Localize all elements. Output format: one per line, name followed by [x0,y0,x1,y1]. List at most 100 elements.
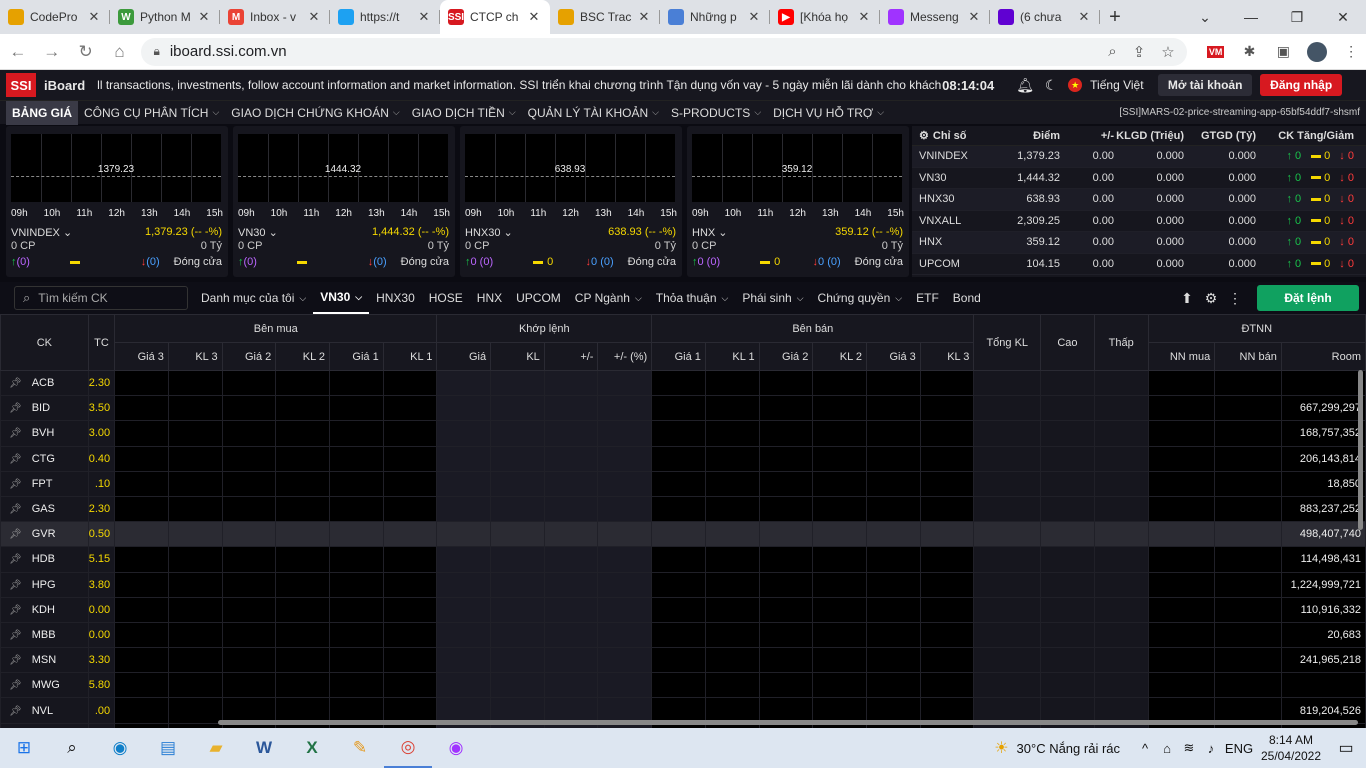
browser-tab[interactable]: M Inbox - v ✕ [220,0,330,34]
word-icon[interactable]: W [240,728,288,768]
col-foreign-0[interactable]: NN mua [1147,342,1216,371]
index-row[interactable]: VN30 1,444.32 0.00 0.000 0.000 ↑ 0 0 ↓ 0 [912,168,1366,189]
symbol-cell[interactable]: 📌︎ CTG [0,445,89,472]
bell-icon[interactable]: 🔔︎ [1012,77,1038,94]
col-buy-0[interactable]: Giá 3 [114,342,169,371]
restore-icon[interactable]: ❐ [1274,0,1320,34]
edge-icon[interactable]: ◉ [96,728,144,768]
symbol-cell[interactable]: 📌︎ GAS [0,495,89,523]
table-row[interactable]: 📌︎ ACB 2.30 [0,369,1366,397]
new-tab-icon[interactable]: + [1100,0,1130,34]
board-tab[interactable]: Thỏa thuận ⌵ [649,282,736,314]
close-icon[interactable]: ✕ [196,9,212,25]
close-icon[interactable]: ✕ [526,9,542,25]
horizontal-scrollbar[interactable] [218,720,1358,725]
board-tab[interactable]: Chứng quyền ⌵ [811,282,910,314]
notification-icon[interactable]: ▭ [1326,738,1366,758]
pin-icon[interactable]: 📌︎ [9,428,22,439]
menu-item[interactable]: DỊCH VỤ HỖ TRỢ ⌵ [767,101,890,125]
col-sell-1[interactable]: KL 1 [704,342,760,371]
board-tab[interactable]: UPCOM [509,282,568,314]
index-row[interactable]: VNINDEX 1,379.23 0.00 0.000 0.000 ↑ 0 0 ↓ 0 [912,146,1366,168]
index-row[interactable]: HNX30 638.93 0.00 0.000 0.000 ↑ 0 0 ↓ 0 [912,189,1366,211]
symbol-cell[interactable]: 📌︎ MBB [0,621,89,649]
back-icon[interactable]: ← [2,36,34,68]
table-row[interactable]: 📌︎ BVH 3.00 168,757,352 [0,420,1366,447]
browser-menu-icon[interactable]: ⋮ [1336,37,1366,67]
col-sell-3[interactable]: KL 2 [812,342,868,371]
place-order-button[interactable]: Đặt lệnh [1257,285,1359,311]
pin-icon[interactable]: 📌︎ [9,655,22,666]
col-low[interactable]: Thấp [1093,314,1149,371]
close-icon[interactable]: ✕ [1076,9,1092,25]
table-row[interactable]: 📌︎ GAS 2.30 883,237,252 [0,495,1366,523]
close-icon[interactable]: ✕ [966,9,982,25]
close-icon[interactable]: ✕ [416,9,432,25]
menu-item[interactable]: GIAO DỊCH CHỨNG KHOÁN ⌵ [225,101,405,125]
col-match-3[interactable]: +/- (%) [597,342,653,371]
lock-icon[interactable]: 🔒︎ [153,44,159,59]
board-tab[interactable]: ETF [909,282,946,314]
col-match-2[interactable]: +/- [543,342,599,371]
index-card[interactable]: 359.12 09h 10h 11h 12h 13h 14h 15h HNX ⌄ 359.12 (… [687,126,909,277]
share-icon[interactable]: ⇪ [1133,43,1146,61]
table-row[interactable]: 📌︎ HPG 3.80 1,224,999,721 [0,571,1366,598]
network-icon[interactable]: ⌂ [1156,741,1178,756]
table-row[interactable]: 📌︎ KDH 0.00 110,916,332 [0,596,1366,623]
news-ticker[interactable]: ll transactions, investments, follow acc… [97,78,942,92]
chevron-up-icon[interactable]: ^ [1134,741,1156,756]
col-high[interactable]: Cao [1040,314,1095,371]
menu-item[interactable]: CÔNG CỤ PHÂN TÍCH ⌵ [78,101,225,125]
pin-icon[interactable]: 📌︎ [9,554,22,565]
board-tab[interactable]: Danh mục của tôi ⌵ [194,282,313,314]
table-row[interactable]: 📌︎ CTG 0.40 206,143,814 [0,445,1366,472]
symbol-cell[interactable]: 📌︎ MSN [0,647,89,674]
close-icon[interactable]: ✕ [636,9,652,25]
settings-icon[interactable]: ⚙ [1199,290,1223,307]
index-name[interactable]: VN30 ⌄ [238,226,278,239]
weather-widget[interactable]: ☀ 30°C Nắng rải rác [994,738,1120,758]
login-button[interactable]: Đăng nhập [1260,74,1343,96]
symbol-cell[interactable]: 📌︎ NVL [0,697,89,724]
board-tab[interactable]: HOSE [422,282,470,314]
home-icon[interactable]: ⌂ [104,36,136,68]
file-explorer-icon[interactable]: ▰ [192,728,240,768]
profile-avatar[interactable] [1302,37,1332,67]
col-ck[interactable]: CK [0,314,89,371]
col-foreign-2[interactable]: Room [1280,342,1366,371]
browser-tab[interactable]: (6 chưa ✕ [990,0,1100,34]
board-tab[interactable]: Bond [946,282,988,314]
minimize-icon[interactable]: — [1228,0,1274,34]
table-row[interactable]: 📌︎ GVR 0.50 498,407,740 [0,521,1366,548]
side-panel-icon[interactable]: ▣ [1268,37,1298,67]
browser-tab[interactable]: ▶ [Khóa họ ✕ [770,0,880,34]
browser-tab[interactable]: https://t ✕ [330,0,440,34]
col-sell-4[interactable]: Giá 3 [866,342,921,371]
symbol-cell[interactable]: 📌︎ BID [0,395,89,422]
symbol-cell[interactable]: 📌︎ ACB [0,369,89,397]
messenger-icon[interactable]: ◉ [432,728,480,768]
col-total-volume[interactable]: Tổng KL [973,314,1042,371]
vertical-scrollbar[interactable] [1358,370,1363,530]
close-icon[interactable]: ✕ [746,9,762,25]
language-indicator[interactable]: ENG [1222,741,1256,756]
clock-date[interactable]: 8:14 AM 25/04/2022 [1256,732,1326,764]
forward-icon[interactable]: → [36,36,68,68]
ssi-logo[interactable]: SSI [6,73,36,97]
menu-item[interactable]: S-PRODUCTS ⌵ [665,101,767,125]
more-icon[interactable]: ⋮ [1223,290,1247,307]
table-row[interactable]: 📌︎ HDB 5.15 114,498,431 [0,546,1366,573]
index-row[interactable]: UPCOM 104.15 0.00 0.000 0.000 ↑ 0 0 ↓ 0 [912,254,1366,275]
table-row[interactable]: 📌︎ FPT .10 18,850 [0,470,1366,497]
moon-icon[interactable]: ☾ [1038,77,1064,94]
close-icon[interactable]: ✕ [856,9,872,25]
col-buy-5[interactable]: KL 1 [382,342,438,371]
board-tab[interactable]: VN30 ⌵ [313,282,370,314]
tab-search-icon[interactable]: ⌄ [1182,0,1228,34]
windows-start-icon[interactable]: ⊞ [0,728,48,768]
zoom-icon[interactable]: ⌕ [1108,43,1116,60]
browser-tab[interactable]: W Python M ✕ [110,0,220,34]
index-card[interactable]: 638.93 09h 10h 11h 12h 13h 14h 15h HNX30 ⌄ 638.93… [460,126,682,277]
reload-icon[interactable]: ↻ [70,36,102,68]
symbol-cell[interactable]: 📌︎ GVR [0,521,89,548]
